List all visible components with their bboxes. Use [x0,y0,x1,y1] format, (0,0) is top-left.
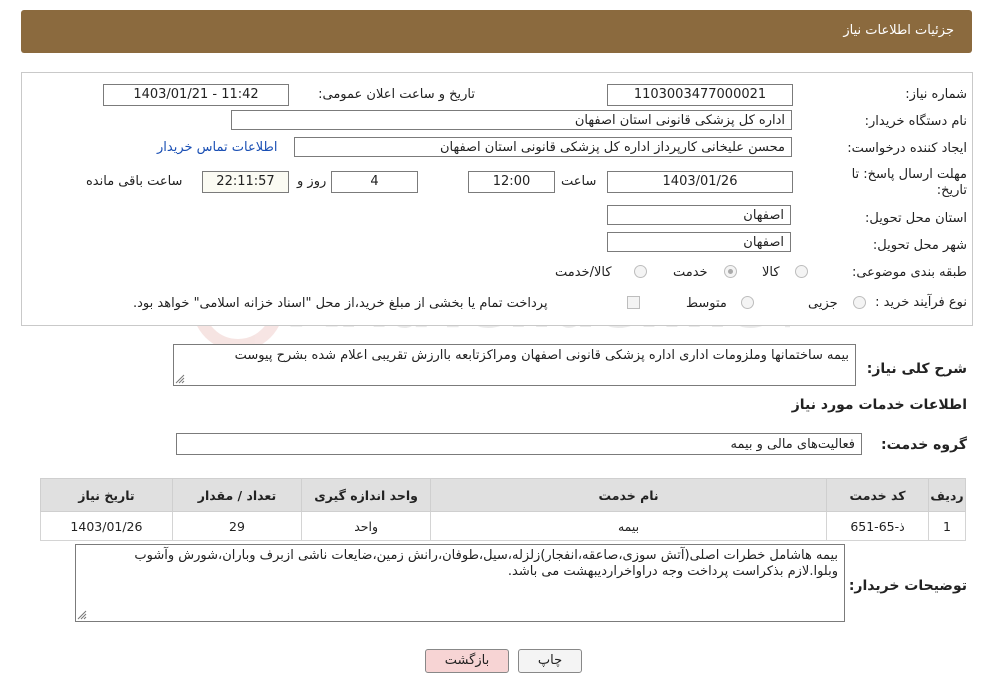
summary-value: بیمه ساختمانها وملزومات اداری اداره پزشک… [234,348,849,363]
resize-grip-icon[interactable] [175,374,185,384]
category-goods-radio[interactable] [795,265,808,278]
days-label: روز و [297,174,327,189]
col-qty: تعداد / مقدار [171,478,303,512]
category-service-radio[interactable] [724,265,737,278]
row-qty: 29 [171,511,303,541]
category-goods-service-label: کالا/خدمت [555,265,612,280]
services-section-title: اطلاعات خدمات مورد نیاز [791,397,967,413]
city-label: شهر محل تحویل: [872,238,967,253]
category-goods-label: کالا [762,265,780,280]
row-date: 1403/01/26 [40,511,173,541]
col-index: ردیف [928,478,966,512]
buyer-notes-value: بیمه هاشامل خطرات اصلی(آتش سوزی،صاعقه،ان… [134,548,838,579]
deadline-time-field: 12:00 [468,171,555,193]
buyer-org-field: اداره کل پزشکی قانونی استان اصفهان [231,110,792,130]
days-remaining-field: 4 [331,171,418,193]
services-table: ردیف کد خدمت نام خدمت واحد اندازه گیری ت… [40,478,966,541]
row-unit: واحد [301,511,432,541]
col-date: تاریخ نیاز [40,478,173,512]
payment-note: پرداخت تمام یا بخشی از مبلغ خرید،از محل … [133,296,548,311]
province-label: استان محل تحویل: [865,211,967,226]
province-field: اصفهان [607,205,791,225]
page-header: جزئیات اطلاعات نیاز [21,10,972,53]
need-number-label: شماره نیاز: [905,87,967,102]
service-group-label: گروه خدمت: [881,437,967,453]
need-number-field: 1103003477000021 [607,84,793,106]
process-partial-label: جزیی [808,296,838,311]
summary-text: بیمه ساختمانها وملزومات اداری اداره پزشک… [173,344,856,386]
buyer-contact-link[interactable]: اطلاعات تماس خریدار [157,140,277,155]
deadline-label-2: تاریخ: [936,183,967,198]
announce-date-label: تاریخ و ساعت اعلان عمومی: [318,87,475,102]
buyer-notes-label: توضیحات خریدار: [848,578,967,594]
process-medium-radio[interactable] [741,296,754,309]
process-label: نوع فرآیند خرید : [875,295,967,310]
deadline-time-label: ساعت [561,174,597,189]
buyer-notes-text: بیمه هاشامل خطرات اصلی(آتش سوزی،صاعقه،ان… [75,544,845,622]
page-title: جزئیات اطلاعات نیاز [843,23,954,38]
col-code: کد خدمت [825,478,930,512]
col-unit: واحد اندازه گیری [301,478,432,512]
category-goods-service-radio[interactable] [634,265,647,278]
remaining-label: ساعت باقی مانده [86,174,183,189]
buyer-org-label: نام دستگاه خریدار: [864,114,967,129]
remaining-time-field: 22:11:57 [202,171,289,193]
resize-grip-icon[interactable] [77,610,87,620]
table-row: 1 ذ-65-651 بیمه واحد 29 1403/01/26 [40,511,966,541]
col-name: نام خدمت [430,478,827,512]
process-medium-label: متوسط [686,296,727,311]
summary-label: شرح کلی نیاز: [866,361,967,377]
back-button[interactable]: بازگشت [425,649,509,673]
announce-date-field: 1403/01/21 - 11:42 [103,84,289,106]
row-index: 1 [928,511,966,541]
deadline-label: مهلت ارسال پاسخ: تا [851,167,967,182]
services-table-header: ردیف کد خدمت نام خدمت واحد اندازه گیری ت… [40,478,966,512]
service-group-field: فعالیت‌های مالی و بیمه [176,433,862,455]
category-service-label: خدمت [673,265,708,280]
creator-label: ایجاد کننده درخواست: [847,141,967,156]
print-button[interactable]: چاپ [518,649,582,673]
city-field: اصفهان [607,232,791,252]
treasury-bond-checkbox[interactable] [627,296,640,309]
creator-field: محسن علیخانی کارپرداز اداره کل پزشکی قان… [294,137,792,157]
process-partial-radio[interactable] [853,296,866,309]
row-code: ذ-65-651 [825,511,930,541]
category-label: طبقه بندی موضوعی: [851,265,967,280]
row-name: بیمه [430,511,827,541]
deadline-date-field: 1403/01/26 [607,171,793,193]
